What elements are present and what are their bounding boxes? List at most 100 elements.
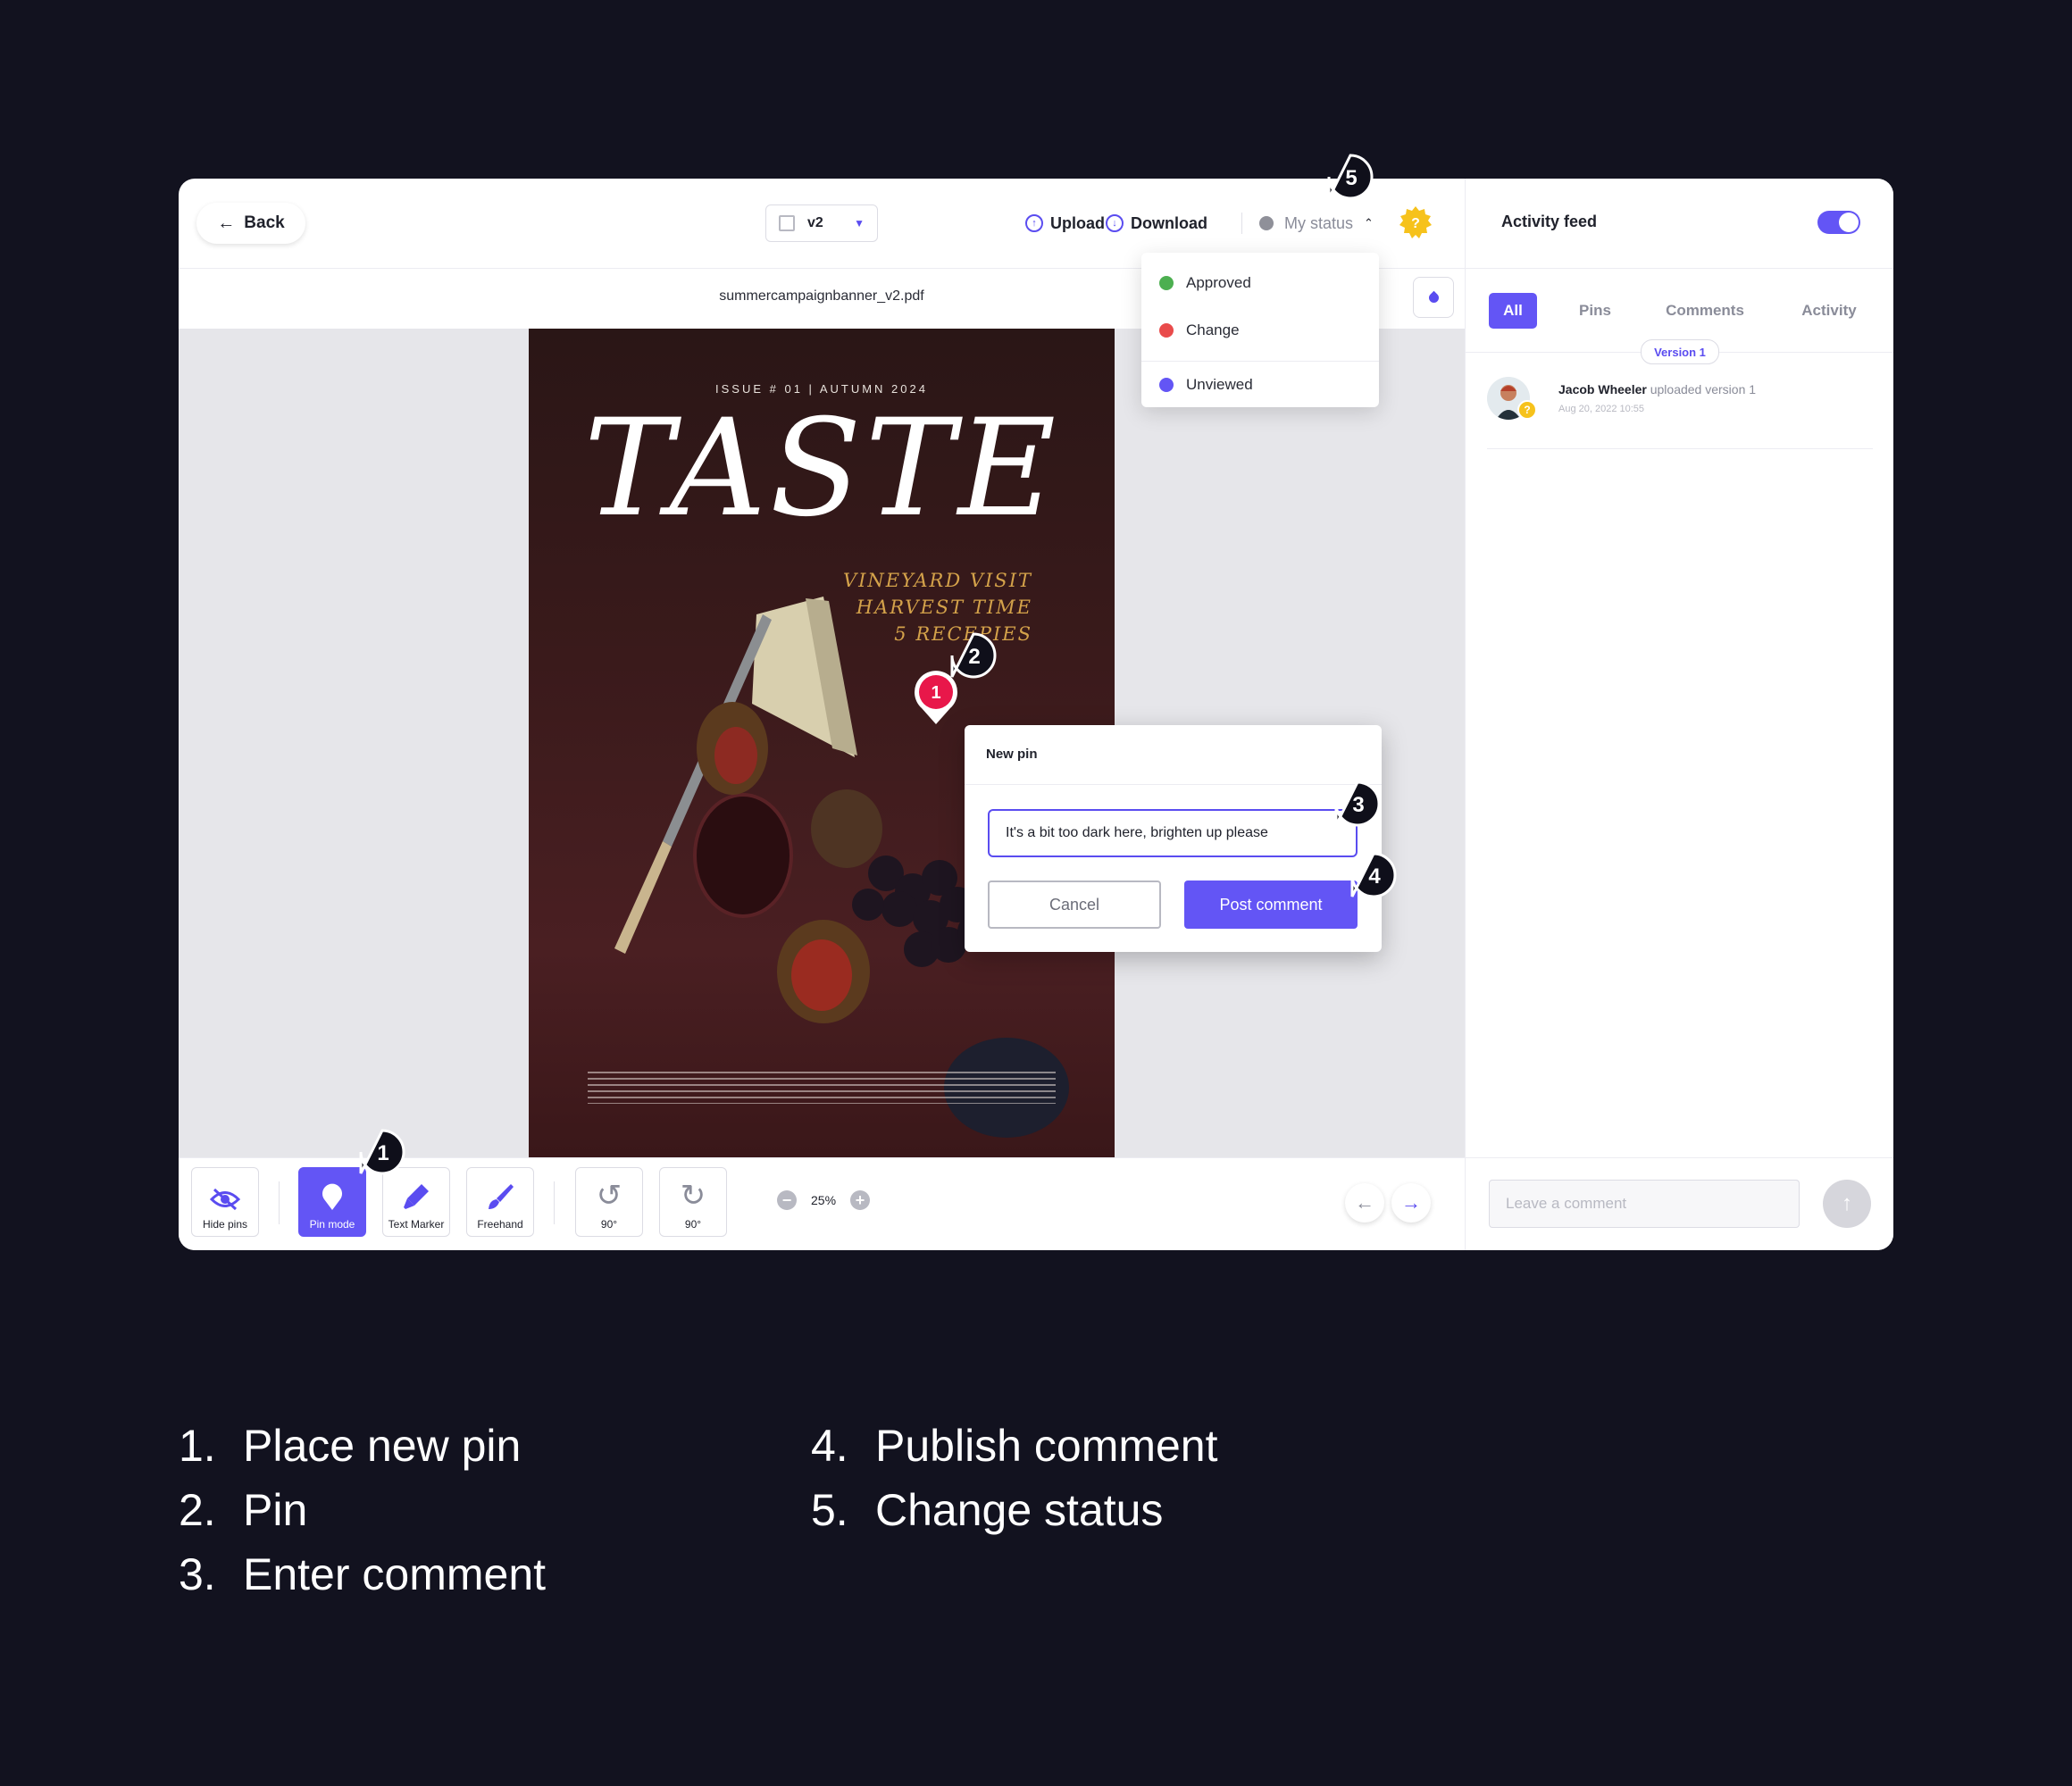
leave-comment-input[interactable]: Leave a comment: [1489, 1180, 1800, 1228]
callout-number: 1: [377, 1141, 388, 1165]
feed-user: Jacob Wheeler: [1558, 382, 1647, 396]
rotate-left-label: 90°: [600, 1218, 618, 1231]
status-dropdown: Approved Change Unviewed: [1141, 253, 1379, 407]
user-status-badge: ?: [1517, 400, 1537, 420]
status-option-label: Approved: [1186, 274, 1251, 291]
legend-number: 5.: [811, 1485, 848, 1535]
legend-number: 2.: [179, 1485, 216, 1535]
status-badge-text: ?: [1411, 216, 1420, 231]
upload-label: Upload: [1050, 213, 1105, 232]
status-dot-unviewed: [1159, 378, 1174, 392]
status-label: My status: [1284, 213, 1354, 232]
status-dot-approved: [1159, 276, 1174, 290]
divider: [965, 784, 1382, 785]
legend-text: Publish comment: [875, 1421, 1218, 1471]
comment-input[interactable]: It's a bit too dark here, brighten up pl…: [988, 809, 1358, 857]
freehand-button[interactable]: Freehand: [466, 1167, 534, 1237]
text-marker-button[interactable]: Text Marker: [382, 1167, 450, 1237]
poster-fine-print: [588, 1072, 1056, 1104]
layers-icon: [779, 215, 795, 231]
zoom-in-button[interactable]: +: [850, 1190, 871, 1210]
droplet-icon: [1426, 290, 1441, 305]
legend-number: 3.: [179, 1549, 216, 1599]
legend-text: Change status: [875, 1485, 1164, 1535]
new-pin-title: New pin: [986, 747, 1038, 762]
callout-number: 2: [968, 645, 980, 669]
cancel-button[interactable]: Cancel: [988, 880, 1161, 929]
brush-icon: [489, 1184, 514, 1209]
rotate-right-icon: ↻: [680, 1179, 706, 1213]
legend-item: 1. Place new pin: [179, 1420, 521, 1472]
status-option-label: Unviewed: [1186, 376, 1253, 393]
rotate-right-button[interactable]: ↻ 90°: [659, 1167, 727, 1237]
send-comment-button[interactable]: ↑: [1823, 1180, 1871, 1228]
zoom-out-button[interactable]: −: [777, 1190, 797, 1210]
tab-activity[interactable]: Activity: [1780, 293, 1878, 329]
status-option-label: Change: [1186, 321, 1240, 338]
callout-number: 4: [1368, 864, 1381, 889]
download-icon: ↓: [1106, 214, 1124, 232]
color-picker-button[interactable]: [1413, 277, 1454, 318]
version-select[interactable]: v2 ▼: [765, 204, 878, 242]
status-dot-change: [1159, 323, 1174, 338]
callout-1: 1: [359, 1129, 405, 1175]
tab-all[interactable]: All: [1489, 293, 1537, 329]
callout-4: 4: [1350, 852, 1397, 898]
status-dot: [1259, 216, 1274, 230]
divider: [1466, 268, 1893, 269]
callout-5: 5: [1327, 154, 1374, 200]
legend-number: 4.: [811, 1421, 848, 1471]
upload-button[interactable]: ↑ Upload: [1025, 209, 1105, 238]
previous-page-button[interactable]: ←: [1345, 1183, 1384, 1223]
feed-date: Aug 20, 2022 10:55: [1558, 404, 1645, 414]
hide-pins-button[interactable]: Hide pins: [191, 1167, 259, 1237]
zoom-control: − 25% +: [777, 1190, 871, 1210]
divider: [1241, 213, 1242, 234]
divider: [1141, 361, 1379, 362]
legend-item: 2. Pin: [179, 1484, 307, 1536]
feed-action: uploaded version 1: [1650, 382, 1757, 396]
comment-bar: Leave a comment ↑: [1466, 1157, 1893, 1250]
divider: [554, 1181, 555, 1224]
feed-item: ? Jacob Wheeler uploaded version 1 Aug 2…: [1487, 377, 1873, 449]
chevron-up-icon: ⌃: [1364, 216, 1374, 230]
next-page-button[interactable]: →: [1391, 1183, 1431, 1223]
my-status-button[interactable]: My status ⌃: [1259, 209, 1374, 238]
back-button[interactable]: ← Back: [196, 203, 305, 244]
text-marker-label: Text Marker: [388, 1218, 445, 1231]
caret-down-icon: ▼: [854, 217, 865, 230]
legend-text: Enter comment: [243, 1549, 547, 1599]
activity-feed-toggle[interactable]: [1817, 211, 1860, 234]
status-option-unviewed[interactable]: Unviewed: [1159, 374, 1253, 396]
status-badge-icon: ?: [1399, 206, 1432, 238]
marker-icon: [404, 1184, 429, 1209]
arrow-up-icon: ↑: [1842, 1191, 1852, 1215]
legend-text: Pin: [243, 1485, 308, 1535]
tab-comments[interactable]: Comments: [1651, 293, 1759, 329]
freehand-label: Freehand: [477, 1218, 523, 1231]
upload-icon: ↑: [1025, 214, 1043, 232]
pin-mode-label: Pin mode: [309, 1218, 355, 1231]
pin-mode-button[interactable]: Pin mode: [298, 1167, 366, 1237]
rotate-left-icon: ↺: [596, 1179, 622, 1213]
eye-off-icon: [209, 1188, 241, 1211]
legend-text: Place new pin: [243, 1421, 522, 1471]
callout-3: 3: [1334, 780, 1381, 827]
new-pin-card: New pin It's a bit too dark here, bright…: [965, 725, 1382, 952]
download-button[interactable]: ↓ Download: [1106, 209, 1207, 238]
legend-item: 3. Enter comment: [179, 1548, 546, 1600]
callout-number: 5: [1345, 166, 1357, 190]
pin-icon: [322, 1183, 342, 1210]
status-option-approved[interactable]: Approved: [1159, 272, 1251, 294]
app-window: ← Back v2 ▼ ↑ Upload ↓ Download My statu…: [179, 179, 1893, 1250]
status-option-change[interactable]: Change: [1159, 320, 1240, 341]
rotate-left-button[interactable]: ↺ 90°: [575, 1167, 643, 1237]
arrow-right-icon: →: [1401, 1191, 1421, 1214]
arrow-left-icon: ←: [1355, 1191, 1374, 1214]
zoom-level: 25%: [811, 1193, 837, 1207]
legend-item: 5. Change status: [811, 1484, 1163, 1536]
tab-pins[interactable]: Pins: [1564, 293, 1626, 329]
post-comment-button[interactable]: Post comment: [1184, 880, 1358, 929]
version-value: v2: [807, 215, 823, 230]
back-label: Back: [244, 213, 285, 232]
